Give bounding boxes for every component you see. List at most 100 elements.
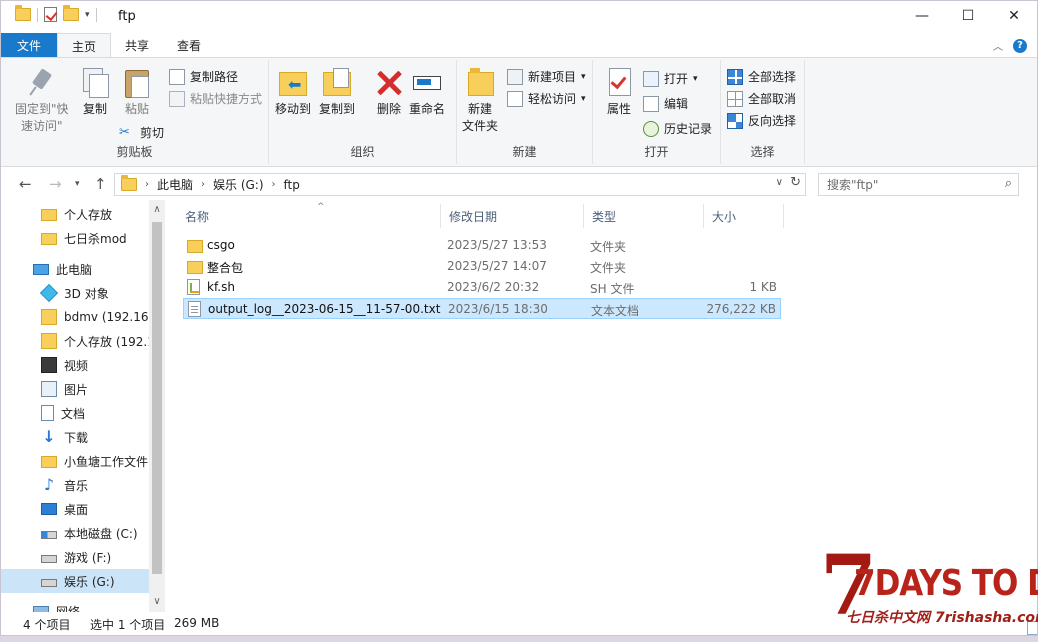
nav-item-pictures[interactable]: 图片 xyxy=(1,377,149,401)
open-button[interactable]: 打开 ▾ xyxy=(643,70,698,87)
minimize-button[interactable]: — xyxy=(899,1,945,31)
file-date: 2023/5/27 13:53 xyxy=(447,238,547,252)
breadcrumb-separator-icon[interactable]: › xyxy=(201,179,205,190)
nav-item-label: 桌面 xyxy=(64,502,89,517)
ribbon: 固定到"快 速访问" 复制 粘贴 复制路径 粘贴快捷方式 ✂ 剪切 剪贴板 ⬅ … xyxy=(1,57,1037,167)
nav-item-network[interactable]: 网络 xyxy=(1,599,149,612)
breadcrumb-ftp[interactable]: ftp xyxy=(284,178,300,192)
new-item-button[interactable]: 新建项目 ▾ xyxy=(507,68,586,85)
column-header-size[interactable]: 大小 xyxy=(704,204,784,228)
up-arrow-icon[interactable]: ↑ xyxy=(94,175,107,193)
select-all-button[interactable]: 全部选择 xyxy=(727,68,796,85)
nav-item-3d-objects[interactable]: 3D 对象 xyxy=(1,281,149,305)
breadcrumb-separator-icon[interactable]: › xyxy=(272,179,276,190)
nav-item-desktop[interactable]: 桌面 xyxy=(1,497,149,521)
column-header-label: 修改日期 xyxy=(449,209,498,224)
delete-button[interactable]: 删除 xyxy=(373,66,405,118)
tab-home[interactable]: 主页 xyxy=(57,33,112,58)
file-row-kf-sh[interactable]: kf.sh 2023/6/2 20:32 SH 文件 1 KB xyxy=(183,277,781,298)
copy-to-button[interactable]: 复制到 xyxy=(319,66,355,118)
column-header-name[interactable]: 名称 ^ xyxy=(177,202,441,228)
nav-item-this-pc[interactable]: 此电脑 xyxy=(1,257,149,281)
file-type: 文件夹 xyxy=(590,240,627,254)
properties-icon[interactable] xyxy=(44,7,57,22)
nav-item-music[interactable]: ♪ 音乐 xyxy=(1,473,149,497)
file-row-modpack[interactable]: 整合包 2023/5/27 14:07 文件夹 xyxy=(183,256,781,277)
nav-item-work-files[interactable]: 小鱼塘工作文件: xyxy=(1,449,149,473)
properties-button[interactable]: 属性 xyxy=(603,66,635,118)
refresh-icon[interactable]: ↻ xyxy=(790,175,801,190)
nav-item-bdmv[interactable]: bdmv (192.168 xyxy=(1,305,149,329)
customize-dropdown-icon[interactable]: ▾ xyxy=(85,10,90,20)
tab-share[interactable]: 共享 xyxy=(111,33,163,57)
select-none-button[interactable]: 全部取消 xyxy=(727,90,796,107)
copy-path-button[interactable]: 复制路径 xyxy=(169,68,238,85)
breadcrumb-separator-icon[interactable]: › xyxy=(145,179,149,190)
open-icon xyxy=(643,70,659,87)
column-header-date[interactable]: 修改日期 xyxy=(441,204,584,228)
navigation-pane-scrollbar[interactable]: ∧ ∨ xyxy=(149,200,165,612)
breadcrumb-this-pc[interactable]: 此电脑 xyxy=(157,176,193,193)
collapse-ribbon-icon[interactable]: ︿ xyxy=(993,38,1003,53)
move-to-label: 移动到 xyxy=(275,102,312,116)
search-icon[interactable]: ⌕ xyxy=(1005,176,1012,191)
nav-item-label: 小鱼塘工作文件: xyxy=(64,454,149,469)
select-none-icon xyxy=(727,90,743,107)
nav-item-drive-g[interactable]: 娱乐 (G:) xyxy=(1,569,149,593)
recent-locations-icon[interactable]: ▾ xyxy=(75,179,80,189)
nav-item-drive-f[interactable]: 游戏 (F:) xyxy=(1,545,149,569)
system-drive-icon xyxy=(41,531,57,539)
help-icon[interactable]: ? xyxy=(1013,38,1027,53)
easy-access-icon xyxy=(507,90,523,107)
nav-item-personal-storage[interactable]: 个人存放 xyxy=(1,202,149,226)
nav-item-label: 下载 xyxy=(64,430,89,445)
logo-brand-text: 7DAYS TO DIE xyxy=(854,563,1038,605)
paste-shortcut-button[interactable]: 粘贴快捷方式 xyxy=(169,90,262,107)
file-name: kf.sh xyxy=(207,280,235,294)
tab-view[interactable]: 查看 xyxy=(163,33,215,57)
file-name: output_log__2023-06-15__11-57-00.txt xyxy=(208,302,441,316)
tab-file[interactable]: 文件 xyxy=(1,33,57,57)
open-group-label: 打开 xyxy=(644,145,669,159)
pin-label-line1: 固定到"快 xyxy=(15,102,69,116)
nav-item-personal-network[interactable]: 个人存放 (192.1 xyxy=(1,329,149,353)
column-header-type[interactable]: 类型 xyxy=(584,204,704,228)
copy-button[interactable]: 复制 xyxy=(79,66,111,118)
edit-button[interactable]: 编辑 xyxy=(643,95,688,112)
new-folder-icon[interactable] xyxy=(63,5,79,21)
file-row-output-log[interactable]: output_log__2023-06-15__11-57-00.txt 202… xyxy=(183,298,781,319)
invert-selection-button[interactable]: 反向选择 xyxy=(727,112,796,129)
easy-access-button[interactable]: 轻松访问 ▾ xyxy=(507,90,586,107)
nav-item-videos[interactable]: 视频 xyxy=(1,353,149,377)
file-date: 2023/6/15 18:30 xyxy=(448,302,548,316)
toolbar-divider xyxy=(95,7,97,22)
file-row-csgo[interactable]: csgo 2023/5/27 13:53 文件夹 xyxy=(183,235,781,256)
nav-item-drive-c[interactable]: 本地磁盘 (C:) xyxy=(1,521,149,545)
file-size: 1 KB xyxy=(749,280,777,294)
cut-button[interactable]: ✂ 剪切 xyxy=(119,124,164,141)
move-to-button[interactable]: 移动到 xyxy=(275,66,311,118)
scrollbar-thumb[interactable] xyxy=(152,222,162,574)
copy-path-icon xyxy=(169,68,185,85)
close-button[interactable]: ✕ xyxy=(991,1,1037,31)
copy-icon xyxy=(79,66,111,98)
new-item-label: 新建项目 xyxy=(528,70,577,84)
scroll-down-icon[interactable]: ∨ xyxy=(149,596,165,607)
nav-item-downloads[interactable]: ↓ 下载 xyxy=(1,425,149,449)
address-bar[interactable]: › 此电脑 › 娱乐 (G:) › ftp ∨ ↻ xyxy=(114,173,806,196)
back-arrow-icon[interactable]: ← xyxy=(19,175,32,193)
history-button[interactable]: 历史记录 xyxy=(643,120,712,137)
nav-item-7dtd-mod[interactable]: 七日杀mod xyxy=(1,226,149,250)
search-box[interactable]: 搜索"ftp" ⌕ xyxy=(818,173,1019,196)
nav-item-label: 个人存放 (192.1 xyxy=(64,334,149,349)
forward-arrow-icon[interactable]: → xyxy=(49,175,62,193)
pin-quick-access-button[interactable]: 固定到"快 速访问" xyxy=(15,66,69,135)
address-dropdown-icon[interactable]: ∨ xyxy=(776,177,783,188)
nav-item-documents[interactable]: 文档 xyxy=(1,401,149,425)
breadcrumb-drive-g[interactable]: 娱乐 (G:) xyxy=(213,176,264,193)
scroll-up-icon[interactable]: ∧ xyxy=(149,204,165,215)
maximize-button[interactable]: ☐ xyxy=(945,1,991,31)
new-folder-button[interactable]: 新建 文件夹 xyxy=(462,66,498,135)
paste-button[interactable]: 粘贴 xyxy=(121,66,153,118)
rename-button[interactable]: 重命名 xyxy=(409,66,445,118)
